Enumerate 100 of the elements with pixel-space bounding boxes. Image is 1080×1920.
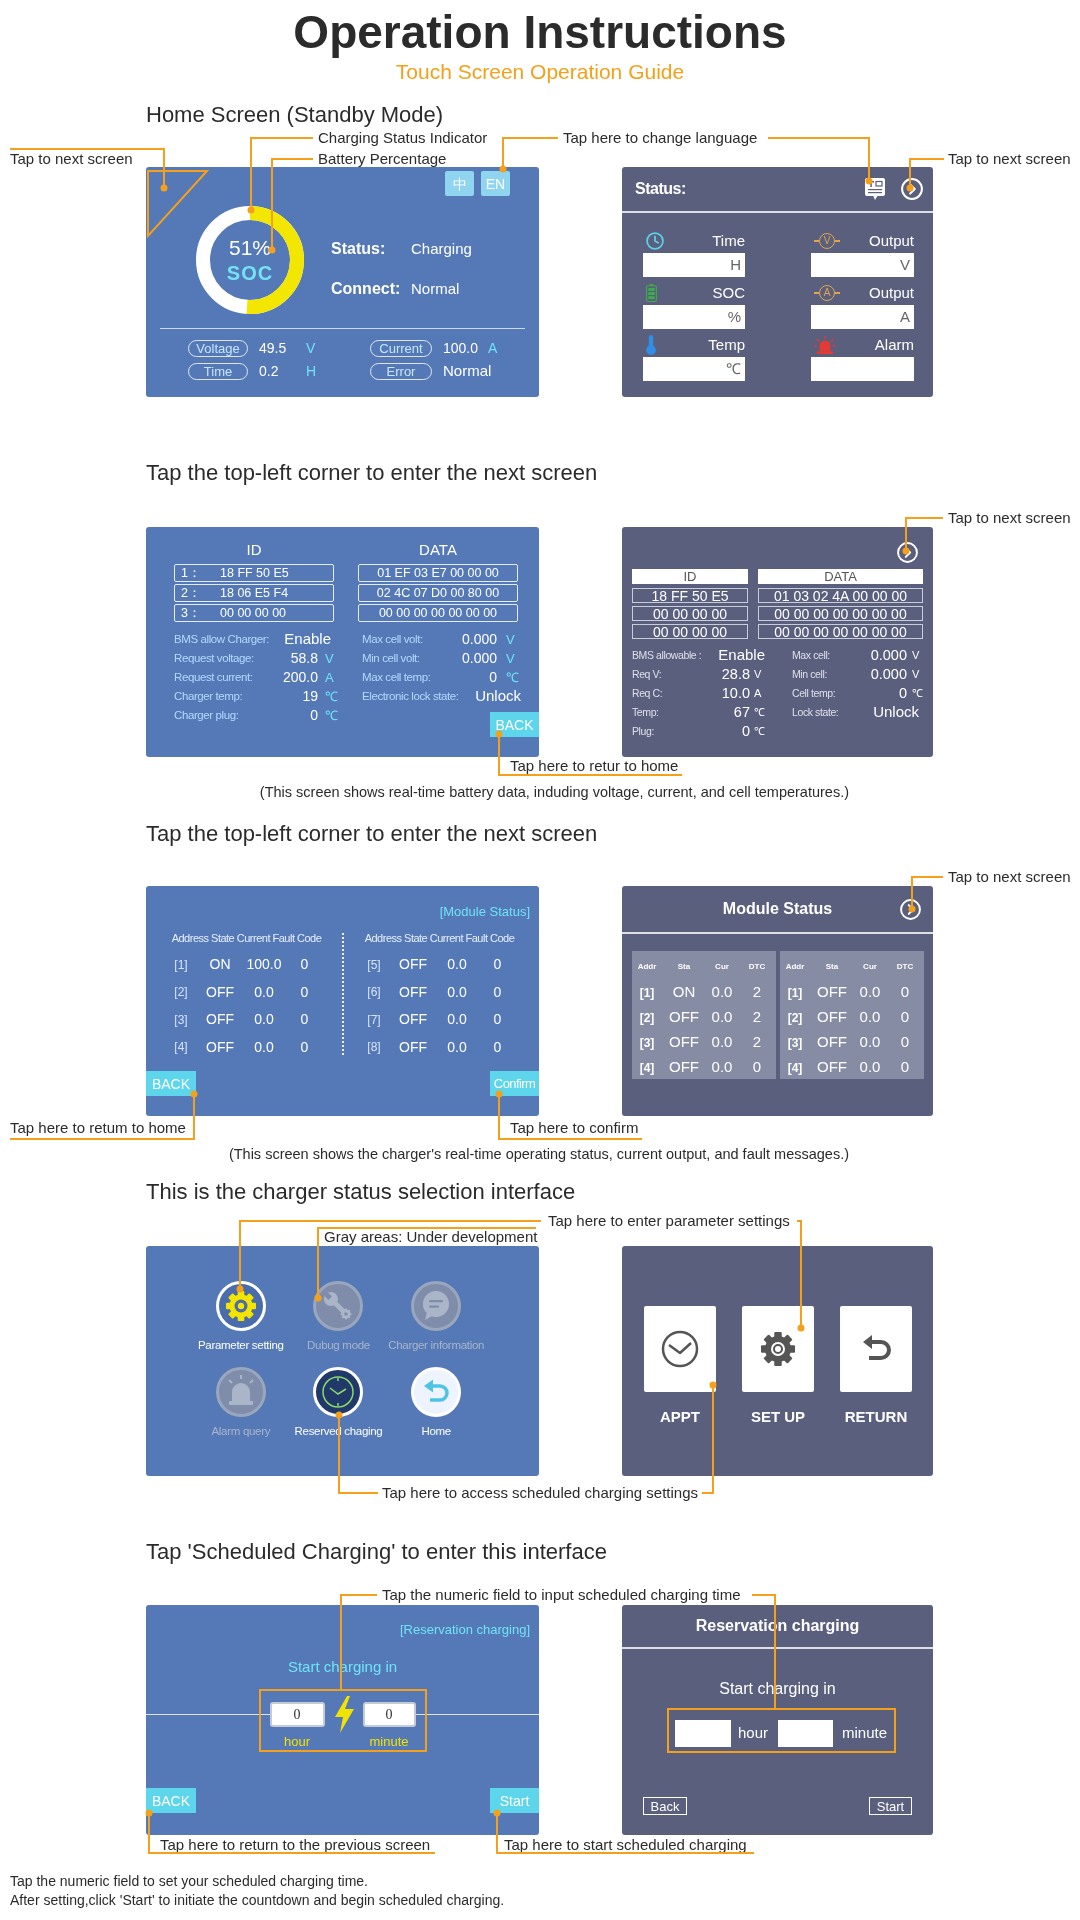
field-label: hour [284,1734,310,1750]
table-cell-text: 0 [493,1037,502,1057]
menu-item[interactable]: Home [411,1367,462,1439]
field-label: Request current: [174,669,253,685]
field-unit: ℃ [325,706,338,725]
field-label: Temp [708,334,745,355]
menu-item[interactable]: Parameter setting [198,1281,284,1353]
table-cell-text: OFF [817,1032,847,1053]
field-value: 0.000 [870,645,907,665]
field-label: Output [868,282,914,303]
callout-label: Tap to next screen [948,868,1071,886]
table-cell-text: 2 [752,982,762,1003]
field-label: Max cell temp: [362,669,431,685]
column-header: Sta [825,961,839,973]
table-cell-text: ON [672,982,696,1003]
field-value: 0.000 [461,630,497,649]
tap-zone-outline [147,170,210,239]
field-value: 200.0 [282,668,318,687]
table-cell-text: [6] [367,984,381,1002]
table-cell-text: 0 [493,955,502,975]
clock-icon [313,1367,364,1417]
field-label: Min cell volt: [362,650,420,666]
menu-button[interactable]: APPT [644,1306,716,1427]
callout-label: Gray areas: Under development [324,1228,538,1246]
time-input-field[interactable]: 0 [362,1702,416,1727]
table-cell-text: OFF [669,1032,699,1053]
leader-line [906,158,945,192]
clock-icon [646,232,664,250]
table-cell-text: OFF [206,1037,234,1057]
id-cell: 00 00 00 00 [632,606,748,621]
field-label: Plug: [632,723,654,739]
id-cell: 18 FF 50 E5 [632,588,748,603]
table-cell-text: [2] [639,1009,655,1027]
callout-label: Tap the numeric field to input scheduled charging time [382,1586,741,1604]
screen-title: Module Status [722,899,833,919]
table-cell-text: [7] [367,1011,381,1029]
table-cell-text: [3] [174,1011,188,1029]
reading-value: 49.5 [259,338,287,358]
reading-value: Normal [443,360,492,381]
gear-icon [215,1281,266,1331]
table-cell-text: 0.0 [254,982,274,1002]
table-cell-text: 0.0 [711,1032,733,1053]
start-button[interactable]: Start [869,1797,912,1815]
value-field: A [811,305,914,329]
field-unit: ℃ [506,668,519,687]
table-cell-text: OFF [206,982,234,1002]
data-cell: 01 03 02 4A 00 00 00 [758,588,923,603]
field-label: Charger plug: [174,707,239,723]
table-header: Address State Current Fault Code [364,931,515,946]
field-label: Request voltage: [174,650,254,666]
field-value: 0.000 [461,649,497,668]
time-input-field[interactable] [675,1720,731,1747]
field-value: 10.0 [721,683,750,703]
callout-label: Tap here to start scheduled charging [504,1836,747,1854]
table-cell-text: [4] [787,1059,803,1077]
column-header: Sta [677,961,691,973]
time-input-field[interactable] [778,1720,834,1747]
field-value: 0 [898,683,907,703]
value-field: % [643,305,745,329]
time-input-field[interactable]: 0 [269,1702,325,1727]
id-cell: 2： 18 06 E5 F4 [174,584,334,602]
id-cell: 1： 18 FF 50 E5 [174,564,334,582]
screen-note: (This screen shows real-time battery data, induding voltage, current, and cell temperatures.) [259,783,849,802]
screen-title: Status: [635,179,686,199]
table-cell-text: OFF [399,1037,427,1057]
reading-unit: V [306,338,316,358]
callout-label: Tap here to retum to home [10,1119,186,1137]
table-cell-text: 0 [300,1037,309,1057]
leader-line [902,517,944,555]
chevron-circle-icon[interactable] [897,542,918,563]
menu-button[interactable]: RETURN [840,1306,912,1427]
column-header: DTC [748,961,766,973]
page-subtitle: Touch Screen Operation Guide [395,60,685,84]
translate-icon[interactable] [865,178,885,200]
field-value: 67 [733,702,750,722]
field-unit: V [325,649,334,668]
value-field: V [811,253,914,277]
back-button[interactable]: Back [643,1797,687,1815]
field-value: 28.8 [721,664,750,684]
field-value: Unlock [873,702,919,723]
field-label: Cell temp: [792,685,836,701]
field-label: Time [712,230,745,251]
callout-label: Tap here to return to the previous screen [160,1836,431,1854]
thermometer-icon [646,335,656,355]
footer-note: Tap the numeric field to set your scheduled charging time. [10,1872,368,1891]
table-cell-text: [1] [639,984,655,1002]
status-label: Connect: [331,279,401,299]
data-cell: 00 00 00 00 00 00 00 [358,604,518,622]
chevron-circle-icon[interactable] [901,178,923,200]
table-cell-text: OFF [817,982,847,1003]
table-cell-text: 0.0 [859,982,881,1003]
table-cell-text: ON [209,955,231,975]
field-label: hour [738,1723,769,1744]
data-cell: 00 00 00 00 00 00 00 [758,606,923,621]
table-cell-text: 0.0 [711,1057,733,1078]
reading-unit: A [488,338,498,358]
leader-line [499,137,559,173]
callout-label: Charging Status Indicator [318,129,488,147]
table-cell-text: 0.0 [254,1010,274,1030]
menu-button[interactable]: SET UP [742,1306,814,1427]
